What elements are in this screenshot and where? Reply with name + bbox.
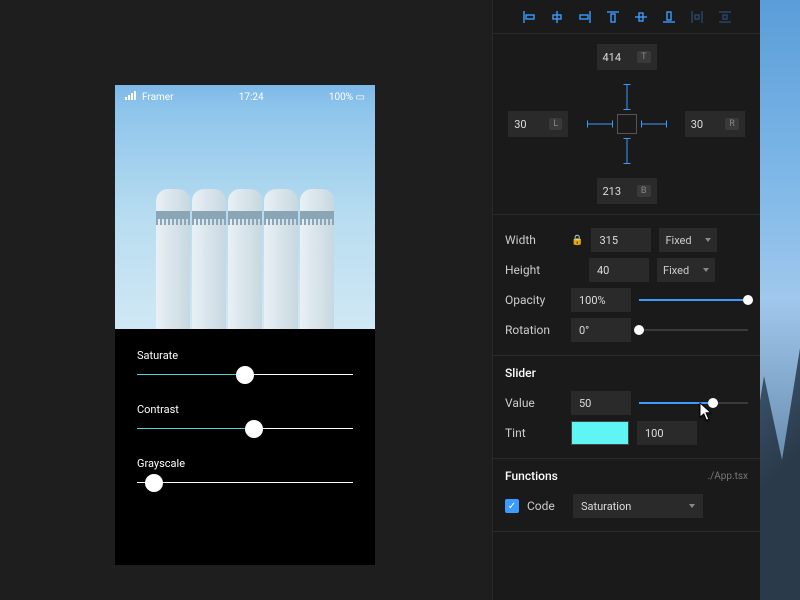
tint-input[interactable]: 100 bbox=[637, 421, 697, 445]
height-input[interactable]: 40 bbox=[589, 258, 649, 282]
width-mode-dropdown[interactable]: Fixed bbox=[659, 228, 717, 252]
width-input[interactable]: 315 bbox=[591, 228, 651, 252]
signal-icon bbox=[125, 91, 136, 100]
carrier: Framer bbox=[125, 91, 174, 103]
opacity-input[interactable]: 100% bbox=[571, 288, 631, 312]
align-center-v-icon[interactable] bbox=[628, 5, 654, 29]
phone-controls: Saturate Contrast Grayscale bbox=[115, 329, 375, 531]
grayscale-slider[interactable] bbox=[137, 482, 353, 483]
code-dropdown[interactable]: Saturation bbox=[573, 494, 703, 518]
constraints-section: 414T 30L 30R 213B bbox=[493, 34, 760, 215]
align-left-icon[interactable] bbox=[516, 5, 542, 29]
lock-icon[interactable]: 🔒 bbox=[571, 235, 583, 246]
align-bottom-icon[interactable] bbox=[656, 5, 682, 29]
size-section: Width 🔒 315 Fixed Height 40 Fixed Opacit… bbox=[493, 215, 760, 356]
value-input[interactable]: 50 bbox=[571, 391, 631, 415]
slider-title: Slider bbox=[505, 366, 748, 380]
align-right-icon[interactable] bbox=[572, 5, 598, 29]
code-checkbox[interactable]: ✓ bbox=[505, 499, 519, 513]
battery: 100% ▭ bbox=[329, 92, 365, 103]
phone-statusbar: Framer 17:24 100% ▭ bbox=[115, 85, 375, 109]
tint-swatch[interactable] bbox=[571, 421, 629, 445]
rotation-label: Rotation bbox=[505, 323, 563, 337]
height-label: Height bbox=[505, 263, 563, 277]
tint-label: Tint bbox=[505, 426, 563, 440]
constraint-right-input[interactable]: 30R bbox=[685, 111, 745, 137]
phone-frame[interactable]: Framer 17:24 100% ▭ Saturate Contrast bbox=[115, 85, 375, 565]
opacity-label: Opacity bbox=[505, 293, 563, 307]
pin-box[interactable] bbox=[583, 80, 671, 168]
cursor-icon bbox=[699, 402, 714, 420]
constraint-top-input[interactable]: 414T bbox=[597, 44, 657, 70]
rotation-slider[interactable] bbox=[639, 329, 748, 331]
contrast-slider[interactable] bbox=[137, 428, 353, 429]
contrast-control: Contrast bbox=[137, 403, 353, 429]
clock: 17:24 bbox=[239, 92, 264, 103]
saturate-control: Saturate bbox=[137, 349, 353, 375]
functions-section: Functions ./App.tsx ✓ Code Saturation bbox=[493, 459, 760, 532]
slider-section: Slider Value 50 Tint 100 bbox=[493, 356, 760, 459]
grayscale-control: Grayscale bbox=[137, 457, 353, 483]
value-slider[interactable] bbox=[639, 402, 748, 404]
code-label: Code bbox=[527, 499, 565, 513]
app-window: Framer 17:24 100% ▭ Saturate Contrast bbox=[0, 0, 760, 600]
photo-preview bbox=[115, 109, 375, 329]
functions-title: Functions bbox=[505, 469, 558, 483]
inspector-panel: 414T 30L 30R 213B Width 🔒 315 Fixed bbox=[492, 0, 760, 600]
contrast-label: Contrast bbox=[137, 403, 353, 416]
width-label: Width bbox=[505, 233, 563, 247]
grayscale-label: Grayscale bbox=[137, 457, 353, 470]
align-center-h-icon[interactable] bbox=[544, 5, 570, 29]
distribute-v-icon[interactable] bbox=[712, 5, 738, 29]
constraint-left-input[interactable]: 30L bbox=[508, 111, 568, 137]
saturate-label: Saturate bbox=[137, 349, 353, 362]
saturate-slider[interactable] bbox=[137, 374, 353, 375]
constraint-bottom-input[interactable]: 213B bbox=[597, 178, 657, 204]
canvas-area[interactable]: Framer 17:24 100% ▭ Saturate Contrast bbox=[0, 0, 492, 600]
value-label: Value bbox=[505, 396, 563, 410]
rotation-input[interactable]: 0° bbox=[571, 318, 631, 342]
alignment-toolbar bbox=[493, 0, 760, 34]
building-graphic bbox=[155, 189, 335, 329]
align-top-icon[interactable] bbox=[600, 5, 626, 29]
height-mode-dropdown[interactable]: Fixed bbox=[657, 258, 715, 282]
opacity-slider[interactable] bbox=[639, 299, 748, 301]
distribute-h-icon[interactable] bbox=[684, 5, 710, 29]
functions-path: ./App.tsx bbox=[707, 471, 748, 482]
